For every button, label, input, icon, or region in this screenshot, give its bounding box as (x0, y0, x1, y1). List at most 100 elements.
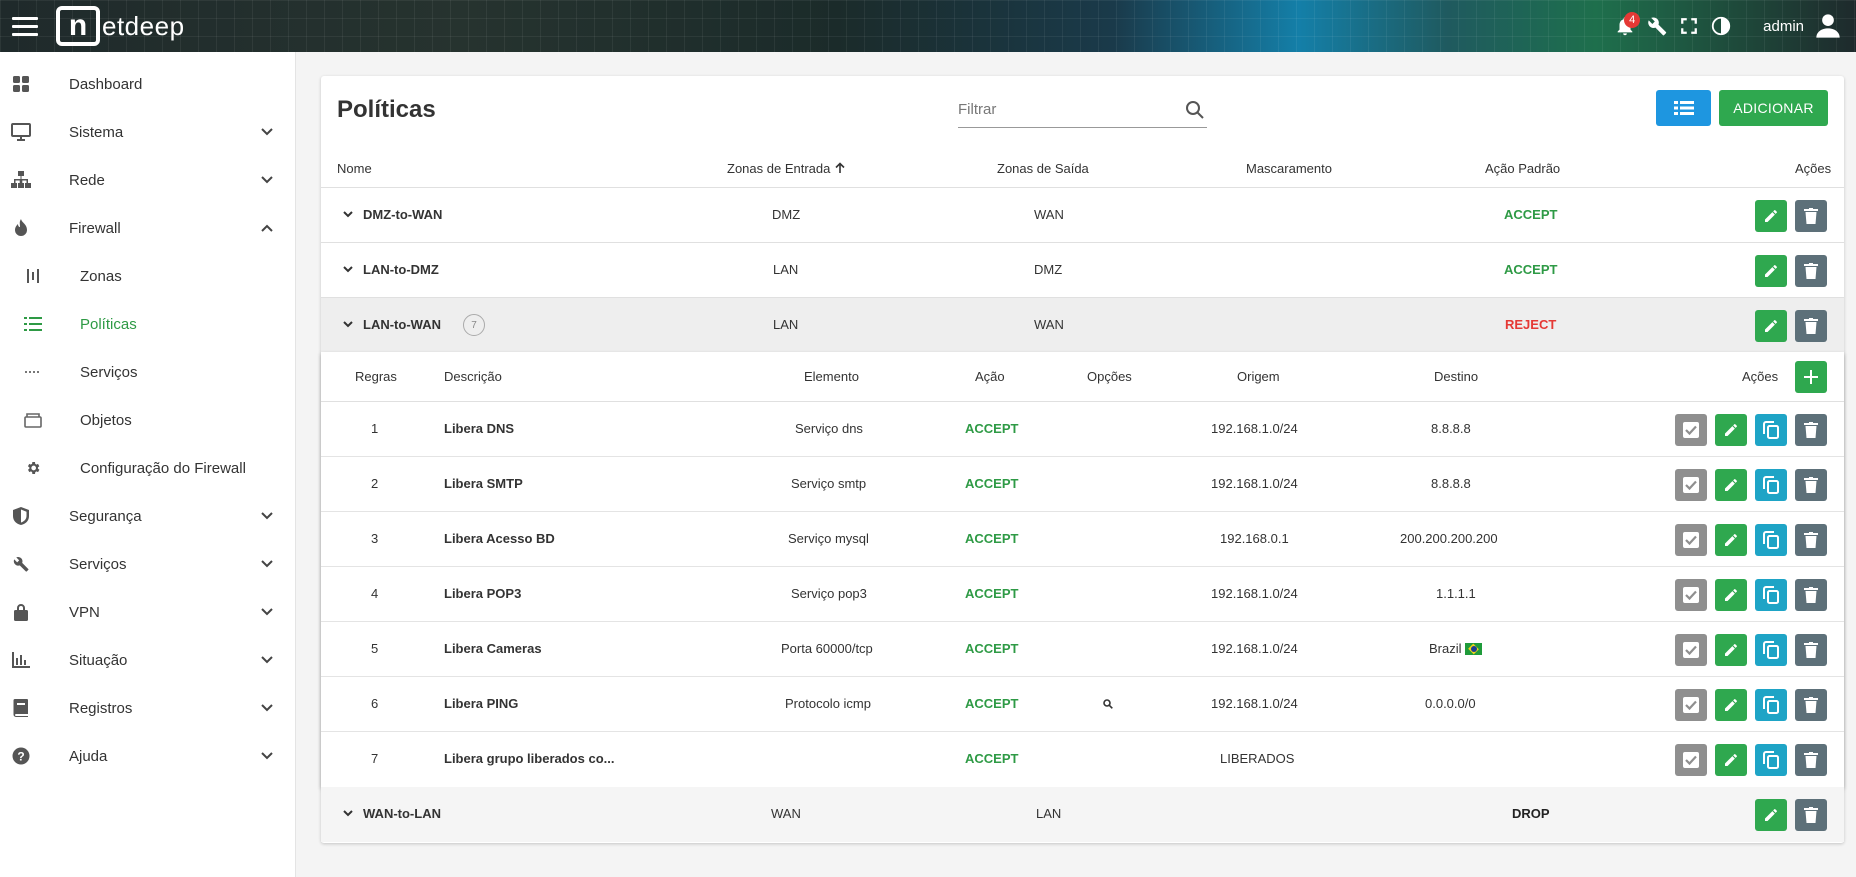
delete-button[interactable] (1795, 200, 1827, 232)
edit-button[interactable] (1715, 634, 1747, 666)
copy-button[interactable] (1755, 469, 1787, 501)
column-header-default-action[interactable]: Ação Padrão (1485, 161, 1560, 176)
fullscreen-icon[interactable] (1673, 10, 1705, 42)
sidebar-item-servicos[interactable]: Serviços (0, 540, 296, 588)
delete-button[interactable] (1795, 255, 1827, 287)
policy-row-expanded[interactable]: LAN-to-WAN 7 LAN WAN REJECT (321, 298, 1844, 353)
copy-button[interactable] (1755, 689, 1787, 721)
sidebar-item-label: Ajuda (69, 747, 108, 765)
delete-button[interactable] (1795, 689, 1827, 721)
edit-button[interactable] (1715, 414, 1747, 446)
filter-input[interactable] (958, 92, 1168, 126)
edit-button[interactable] (1755, 200, 1787, 232)
rule-row[interactable]: 6 Libera PING Protocolo icmp ACCEPT 192.… (321, 677, 1844, 732)
delete-button[interactable] (1795, 414, 1827, 446)
sidebar-item-ajuda[interactable]: ? Ajuda (0, 732, 296, 780)
search-icon[interactable] (1185, 100, 1205, 120)
chevron-down-icon[interactable] (341, 806, 355, 820)
page-title: Políticas (337, 96, 436, 123)
sidebar-item-objetos[interactable]: Objetos (0, 396, 296, 444)
filter-field[interactable] (958, 92, 1207, 128)
edit-button[interactable] (1715, 689, 1747, 721)
pencil-icon (1725, 424, 1737, 436)
edit-button[interactable] (1755, 799, 1787, 831)
sidebar-item-servicos-firewall[interactable]: Serviços (0, 348, 296, 396)
user-icon[interactable] (1812, 10, 1844, 42)
add-button[interactable]: ADICIONAR (1719, 90, 1828, 126)
sidebar: Dashboard Sistema Rede Firewall Zonas Po… (0, 52, 296, 877)
toggle-rule-button[interactable] (1675, 469, 1707, 501)
toggle-rule-button[interactable] (1675, 524, 1707, 556)
rule-row[interactable]: 5 Libera Cameras Porta 60000/tcp ACCEPT … (321, 622, 1844, 677)
copy-button[interactable] (1755, 414, 1787, 446)
rule-row[interactable]: 3 Libera Acesso BD Serviço mysql ACCEPT … (321, 512, 1844, 567)
sidebar-item-configuracao-firewall[interactable]: Configuração do Firewall (0, 444, 296, 492)
toggle-rule-button[interactable] (1675, 744, 1707, 776)
sidebar-item-situacao[interactable]: Situação (0, 636, 296, 684)
sidebar-item-label: Serviços (80, 363, 138, 381)
delete-button[interactable] (1795, 469, 1827, 501)
trash-icon (1804, 477, 1818, 493)
sidebar-item-rede[interactable]: Rede (0, 156, 296, 204)
policy-row[interactable]: WAN-to-LAN WAN LAN DROP (321, 787, 1844, 842)
bell-icon[interactable]: 4 (1609, 10, 1641, 42)
menu-icon[interactable] (12, 14, 38, 38)
rule-row[interactable]: 7 Libera grupo liberados co... ACCEPT LI… (321, 732, 1844, 787)
toggle-rule-button[interactable] (1675, 414, 1707, 446)
edit-button[interactable] (1715, 524, 1747, 556)
rule-row[interactable]: 1 Libera DNS Serviço dns ACCEPT 192.168.… (321, 402, 1844, 457)
rule-element: Protocolo icmp (785, 696, 871, 711)
rule-origin: 192.168.1.0/24 (1211, 421, 1298, 436)
delete-button[interactable] (1795, 634, 1827, 666)
tools-icon[interactable] (1641, 10, 1673, 42)
edit-button[interactable] (1715, 579, 1747, 611)
brand-logo[interactable]: n etdeep (56, 6, 185, 46)
copy-button[interactable] (1755, 744, 1787, 776)
edit-button[interactable] (1715, 469, 1747, 501)
policy-name: LAN-to-DMZ (363, 262, 439, 277)
delete-button[interactable] (1795, 524, 1827, 556)
column-header-in-zones[interactable]: Zonas de Entrada (727, 161, 846, 176)
edit-button[interactable] (1715, 744, 1747, 776)
column-header-masquerade[interactable]: Mascaramento (1246, 161, 1332, 176)
sidebar-item-seguranca[interactable]: Segurança (0, 492, 296, 540)
delete-button[interactable] (1795, 744, 1827, 776)
sidebar-item-dashboard[interactable]: Dashboard (0, 60, 296, 108)
copy-button[interactable] (1755, 634, 1787, 666)
contrast-icon[interactable] (1705, 10, 1737, 42)
toggle-rule-button[interactable] (1675, 689, 1707, 721)
toggle-rule-button[interactable] (1675, 579, 1707, 611)
rule-origin: 192.168.1.0/24 (1211, 476, 1298, 491)
column-header-name[interactable]: Nome (337, 161, 372, 176)
delete-button[interactable] (1795, 310, 1827, 342)
sidebar-item-sistema[interactable]: Sistema (0, 108, 296, 156)
pencil-icon (1725, 589, 1737, 601)
rule-row[interactable]: 4 Libera POP3 Serviço pop3 ACCEPT 192.16… (321, 567, 1844, 622)
username[interactable]: admin (1763, 18, 1804, 35)
list-view-button[interactable] (1656, 90, 1711, 126)
sidebar-item-zonas[interactable]: Zonas (0, 252, 296, 300)
sidebar-item-vpn[interactable]: VPN (0, 588, 296, 636)
rule-element: Serviço smtp (791, 476, 867, 491)
column-header-out-zones[interactable]: Zonas de Saída (997, 161, 1089, 176)
sidebar-item-registros[interactable]: Registros (0, 684, 296, 732)
policy-row[interactable]: LAN-to-DMZ LAN DMZ ACCEPT (321, 243, 1844, 298)
sidebar-item-politicas[interactable]: Políticas (0, 300, 296, 348)
chevron-down-icon[interactable] (341, 207, 355, 221)
sidebar-item-firewall[interactable]: Firewall (0, 204, 296, 252)
edit-button[interactable] (1755, 310, 1787, 342)
chevron-down-icon[interactable] (341, 317, 355, 331)
edit-button[interactable] (1755, 255, 1787, 287)
checkbox-icon (1683, 642, 1699, 658)
chevron-down-icon[interactable] (341, 262, 355, 276)
toggle-rule-button[interactable] (1675, 634, 1707, 666)
copy-button[interactable] (1755, 524, 1787, 556)
delete-button[interactable] (1795, 579, 1827, 611)
search-icon[interactable] (1103, 699, 1113, 709)
copy-button[interactable] (1755, 579, 1787, 611)
add-rule-button[interactable] (1795, 361, 1827, 393)
pencil-icon (1765, 809, 1777, 821)
delete-button[interactable] (1795, 799, 1827, 831)
rule-row[interactable]: 2 Libera SMTP Serviço smtp ACCEPT 192.16… (321, 457, 1844, 512)
policy-row[interactable]: DMZ-to-WAN DMZ WAN ACCEPT (321, 188, 1844, 243)
